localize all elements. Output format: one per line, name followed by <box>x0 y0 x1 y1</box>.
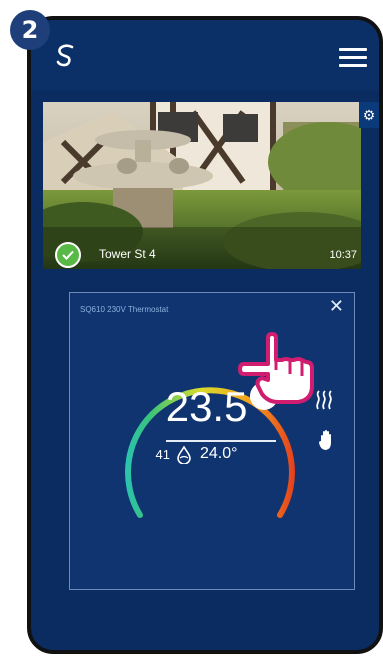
location-name: Tower St 4 <box>99 247 156 261</box>
settings-gear-icon[interactable]: ⚙ <box>359 102 379 128</box>
check-icon <box>55 242 81 268</box>
location-time: 10:37 <box>329 249 357 261</box>
manual-mode-hand-icon[interactable] <box>318 429 336 451</box>
pointing-hand-icon <box>238 332 314 404</box>
hamburger-menu-icon[interactable] <box>339 48 367 68</box>
step-number-badge: 2 <box>10 10 50 50</box>
humidity-value: 41 <box>155 447 170 462</box>
set-temperature[interactable]: 24.0° <box>200 445 238 463</box>
app-logo-icon <box>56 44 74 67</box>
location-photo[interactable] <box>43 102 361 269</box>
app-header <box>31 20 379 90</box>
phone-frame: ⚙ Tower St 4 10:37 SQ610 230V Thermostat… <box>27 16 383 654</box>
temperature-divider <box>166 440 276 442</box>
humidity-drop-icon <box>177 446 191 464</box>
